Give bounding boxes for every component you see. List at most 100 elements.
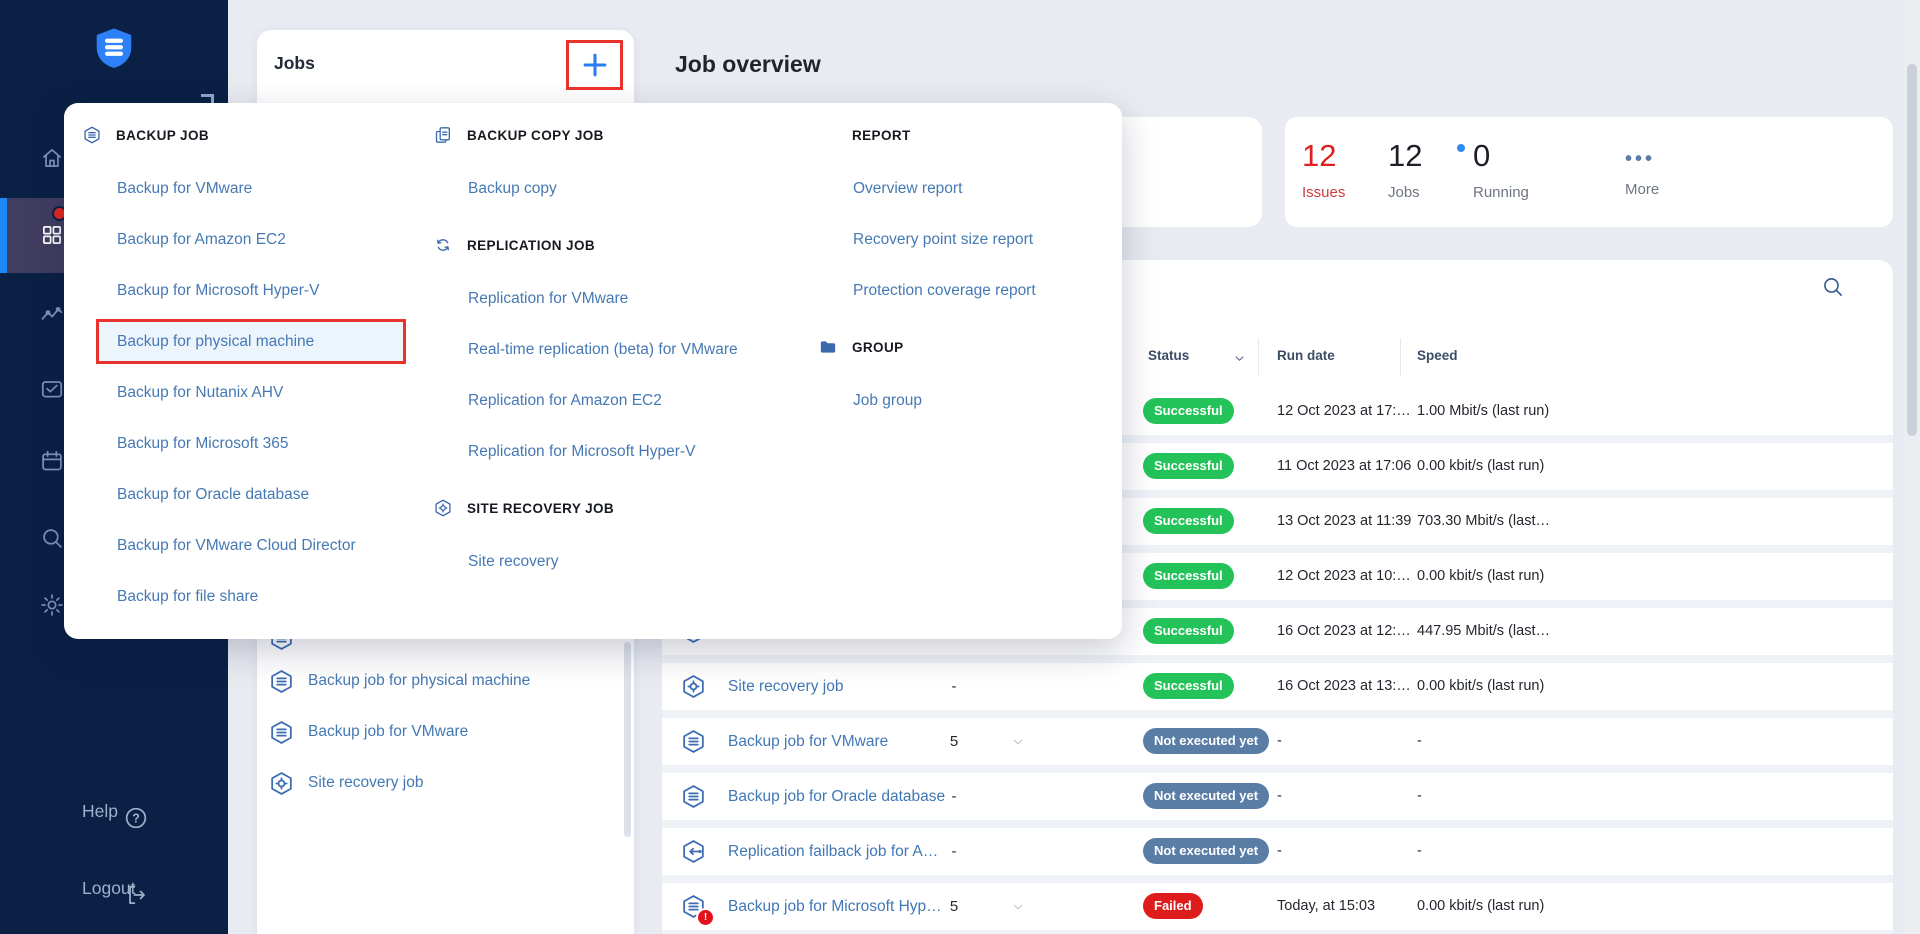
home-icon — [43, 149, 61, 167]
menu-item[interactable]: Backup for VMware Cloud Director — [82, 520, 415, 571]
stack-icon — [683, 785, 704, 808]
no-icon — [818, 125, 838, 145]
running-dot-icon — [1457, 144, 1465, 152]
folder-icon — [818, 337, 838, 357]
sidebar-item-monitoring[interactable] — [39, 376, 65, 402]
sidebar-item-calendar[interactable] — [39, 448, 65, 474]
sidebar-item-settings[interactable] — [39, 592, 65, 618]
run-date-cell: - — [1277, 843, 1282, 859]
job-name-link[interactable]: Backup job for VMware — [728, 718, 888, 765]
site-recovery-icon — [433, 498, 453, 518]
menu-column: REPORT Overview report Recovery point size… — [800, 103, 1122, 639]
speed-cell: 703.30 Mbit/s (last… — [1417, 513, 1550, 529]
status-badge: Successful — [1143, 618, 1234, 644]
menu-item-highlighted[interactable]: Backup for physical machine — [96, 319, 406, 364]
logout-label: Logout — [82, 878, 136, 898]
job-count: - — [951, 788, 957, 805]
column-header-speed[interactable]: Speed — [1417, 348, 1458, 363]
menu-item[interactable]: Backup for Oracle database — [82, 469, 415, 520]
jobs-panel-item[interactable]: Backup job for physical machine — [257, 657, 634, 707]
sidebar-item-dashboard-grid[interactable] — [39, 222, 65, 248]
status-badge: Not executed yet — [1143, 783, 1270, 809]
menu-item[interactable]: Site recovery — [433, 536, 800, 587]
sidebar-item-search[interactable] — [39, 525, 65, 551]
stack-icon — [271, 670, 292, 693]
issues-label: Issues — [1302, 184, 1346, 201]
expand-chevron-icon[interactable] — [1010, 734, 1026, 750]
run-date-cell: - — [1277, 788, 1282, 804]
menu-item[interactable]: Replication for Microsoft Hyper-V — [433, 426, 800, 477]
menu-item[interactable]: Backup for Microsoft 365 — [82, 418, 415, 469]
help-button[interactable]: ? Help — [0, 794, 228, 829]
menu-item[interactable]: Replication for VMware — [433, 273, 800, 324]
stat-running[interactable]: 0 Running — [1457, 117, 1529, 227]
speed-cell: - — [1417, 788, 1422, 804]
job-name-link[interactable]: Backup job for Oracle database — [728, 773, 945, 820]
running-count: 0 — [1473, 138, 1491, 173]
overview-card-sliver — [1122, 117, 1262, 227]
menu-item[interactable]: Backup for VMware — [82, 163, 415, 214]
menu-section: GROUP Job group — [818, 329, 1122, 426]
table-row: Site recovery job - Successful 16 Oct 2023 … — [662, 663, 1893, 718]
activity-icon — [41, 306, 63, 320]
jobs-panel-title: Jobs — [274, 53, 315, 73]
more-dots-icon: ••• — [1625, 148, 1656, 170]
menu-item[interactable]: Backup for Microsoft Hyper-V — [82, 265, 415, 316]
menu-section-header: GROUP — [818, 329, 1122, 365]
replication-icon — [437, 239, 449, 251]
menu-item[interactable]: Real-time replication (beta) for VMware — [433, 324, 800, 375]
job-count: - — [951, 678, 957, 695]
jobs-panel-item[interactable]: Site recovery job — [257, 759, 634, 809]
menu-item[interactable]: Backup for Amazon EC2 — [82, 214, 415, 265]
menu-section: BACKUP JOB Backup for VMware Backup for Am… — [82, 117, 415, 622]
menu-item[interactable]: Backup for file share — [82, 571, 415, 622]
menu-item[interactable]: Backup for Nutanix AHV — [82, 367, 415, 418]
job-name-link[interactable]: Site recovery job — [728, 663, 843, 710]
status-badge: Successful — [1143, 453, 1234, 479]
page-scrollbar-thumb[interactable] — [1907, 64, 1917, 436]
sidebar-item-home[interactable] — [39, 145, 65, 171]
status-filter-chevron-icon[interactable] — [1232, 351, 1247, 366]
run-date-cell: 13 Oct 2023 at 11:39 — [1277, 513, 1412, 529]
site-recovery-icon — [435, 499, 451, 517]
job-type-icon — [680, 728, 707, 755]
speed-cell: 0.00 kbit/s (last run) — [1417, 678, 1545, 694]
stat-issues[interactable]: 12 Issues — [1302, 117, 1345, 227]
menu-item[interactable]: Backup copy — [433, 163, 800, 214]
menu-section: SITE RECOVERY JOB Site recovery — [433, 490, 800, 587]
menu-item[interactable]: Protection coverage report — [818, 265, 1122, 316]
menu-item[interactable]: Overview report — [818, 163, 1122, 214]
add-job-button[interactable] — [566, 40, 623, 90]
expand-chevron-icon[interactable] — [1010, 899, 1026, 915]
column-header-status[interactable]: Status — [1148, 348, 1189, 363]
column-divider — [1258, 338, 1259, 376]
job-name-link[interactable]: Backup job for Microsoft Hyp… — [728, 883, 942, 930]
job-type-icon — [680, 673, 707, 700]
logout-button[interactable]: Logout — [0, 871, 228, 905]
menu-section-title: REPLICATION JOB — [467, 237, 596, 253]
menu-item[interactable]: Replication for Amazon EC2 — [433, 375, 800, 426]
jobs-panel-scrollbar[interactable] — [624, 642, 631, 837]
calendar-icon — [42, 450, 62, 471]
app-logo — [91, 20, 137, 76]
search-icon[interactable] — [1820, 274, 1845, 299]
stat-more[interactable]: ••• More — [1625, 117, 1659, 227]
job-count: 5 — [949, 733, 959, 750]
sidebar-item-activity[interactable] — [39, 302, 65, 328]
menu-item[interactable]: Recovery point size report — [818, 214, 1122, 265]
issues-count: 12 — [1302, 138, 1337, 173]
status-badge: Not executed yet — [1143, 838, 1270, 864]
run-date-cell: 12 Oct 2023 at 17:… — [1277, 403, 1411, 419]
menu-item[interactable]: Job group — [818, 375, 1122, 426]
jobs-panel-item[interactable]: Backup job for VMware — [257, 708, 634, 758]
dashboard-grid-icon — [43, 226, 61, 244]
job-name-link[interactable]: Replication failback job for A… — [728, 828, 938, 875]
settings-icon — [41, 594, 63, 616]
page-scrollbar-track — [1904, 0, 1920, 934]
stat-jobs[interactable]: 12 Jobs — [1388, 117, 1422, 227]
column-header-run-date[interactable]: Run date — [1277, 348, 1335, 363]
run-date-cell: 16 Oct 2023 at 13:… — [1277, 678, 1411, 694]
speed-cell: 0.00 kbit/s (last run) — [1417, 568, 1545, 584]
site-recovery-icon — [683, 675, 704, 698]
jobs-panel-item-label: Backup job for VMware — [308, 723, 469, 740]
